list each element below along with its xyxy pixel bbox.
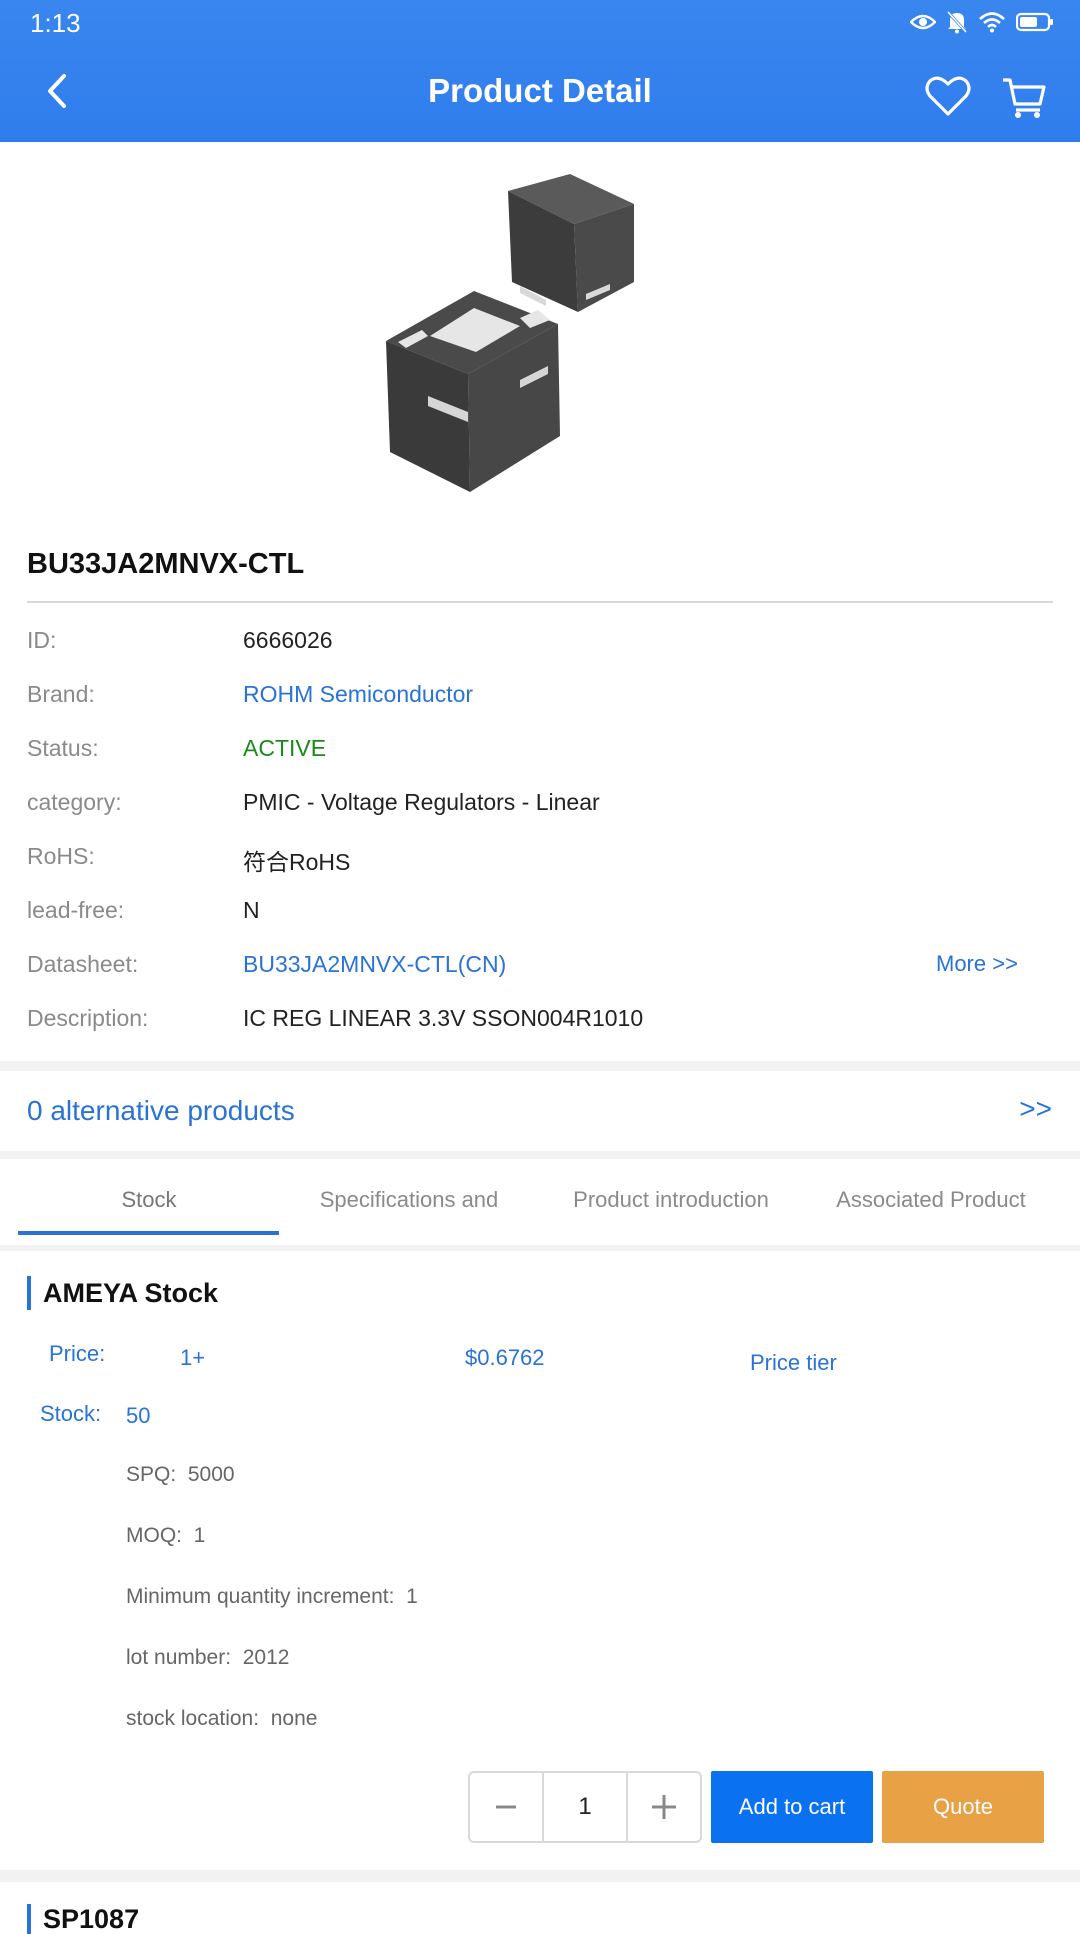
stock-heading: AMEYA Stock xyxy=(27,1276,218,1310)
cart-icon xyxy=(1003,78,1046,118)
price-value: $0.6762 xyxy=(465,1345,545,1370)
battery-icon xyxy=(1015,12,1054,37)
increment-label: Minimum quantity increment: xyxy=(126,1585,395,1608)
product-image xyxy=(370,160,710,500)
price-tier-link[interactable]: Price tier xyxy=(750,1350,837,1376)
wifi-icon xyxy=(978,11,1006,38)
minus-icon xyxy=(496,1805,516,1809)
cart-button[interactable] xyxy=(1000,74,1048,120)
price-label: Price: xyxy=(49,1341,106,1366)
tab-product-introduction[interactable]: Product introduction xyxy=(540,1187,802,1213)
field-value: 6666026 xyxy=(243,627,333,653)
next-stock-heading: SP1087 xyxy=(27,1904,139,1934)
field-value: 符合RoHS xyxy=(243,849,351,875)
status-icons xyxy=(909,10,1054,39)
decrement-button[interactable] xyxy=(470,1773,542,1841)
field-label: category: xyxy=(27,789,122,815)
section-separator xyxy=(0,1245,1080,1251)
spq-value: 5000 xyxy=(187,1463,235,1486)
stock-location-label: stock location: xyxy=(126,1707,260,1730)
field-value: N xyxy=(243,897,260,923)
info-row-datasheet: Datasheet: BU33JA2MNVX-CTL(CN) More >> xyxy=(0,951,1080,1005)
status-time: 1:13 xyxy=(30,8,81,38)
spq-row: SPQ: 5000 xyxy=(126,1463,235,1487)
active-tab-indicator xyxy=(18,1231,279,1235)
increment-value: 1 xyxy=(406,1585,418,1608)
more-link[interactable]: More >> xyxy=(936,951,1018,977)
stock-location-row: stock location: none xyxy=(126,1707,317,1731)
lot-number-row: lot number: 2012 xyxy=(126,1646,289,1670)
stock-location-value: none xyxy=(270,1707,318,1730)
field-label: Description: xyxy=(27,1005,149,1031)
field-label: Datasheet: xyxy=(27,951,139,977)
tab-specifications[interactable]: Specifications and xyxy=(278,1187,540,1213)
tab-stock[interactable]: Stock xyxy=(18,1187,280,1213)
section-separator xyxy=(0,1870,1080,1882)
back-button[interactable] xyxy=(40,70,76,116)
alternative-products-label: 0 alternative products xyxy=(27,1095,295,1126)
info-row-category: category: PMIC - Voltage Regulators - Li… xyxy=(0,789,1080,843)
moq-row: MOQ: 1 xyxy=(126,1524,205,1548)
info-row-description: Description: IC REG LINEAR 3.3V SSON004R… xyxy=(0,1005,1080,1059)
spq-label: SPQ: xyxy=(126,1463,177,1486)
page-title: Product Detail xyxy=(428,72,652,109)
increment-row: Minimum quantity increment: 1 xyxy=(126,1585,418,1609)
field-label: ID: xyxy=(27,627,57,653)
heart-icon xyxy=(925,76,971,116)
lot-number-value: 2012 xyxy=(242,1646,290,1669)
field-value: IC REG LINEAR 3.3V SSON004R1010 xyxy=(243,1005,644,1031)
quantity-input[interactable]: 1 xyxy=(542,1773,628,1841)
status-value: ACTIVE xyxy=(243,735,327,761)
favorite-button[interactable] xyxy=(922,72,974,120)
lot-number-label: lot number: xyxy=(126,1646,232,1669)
status-bar: 1:13 xyxy=(0,0,1080,46)
stock-value: 50 xyxy=(126,1403,151,1428)
field-label: RoHS: xyxy=(27,843,95,869)
divider xyxy=(27,601,1053,603)
field-label: Brand: xyxy=(27,681,95,707)
chevron-left-icon xyxy=(48,74,66,108)
field-value: PMIC - Voltage Regulators - Linear xyxy=(243,789,600,815)
field-label: Status: xyxy=(27,735,99,761)
quote-button[interactable]: Quote xyxy=(882,1771,1044,1843)
info-row-id: ID: 6666026 xyxy=(0,627,1080,681)
info-row-status: Status: ACTIVE xyxy=(0,735,1080,789)
increment-button[interactable] xyxy=(628,1773,700,1841)
section-separator xyxy=(0,1061,1080,1071)
eye-icon xyxy=(909,12,937,37)
price-quantity: 1+ xyxy=(180,1345,206,1370)
bell-muted-icon xyxy=(946,10,968,39)
alternative-products-row[interactable]: 0 alternative products >> xyxy=(0,1071,1080,1151)
alternative-products-arrow: >> xyxy=(1019,1093,1052,1124)
part-number: BU33JA2MNVX-CTL xyxy=(27,548,305,580)
info-row-brand: Brand: ROHM Semiconductor xyxy=(0,681,1080,735)
tab-associated-product[interactable]: Associated Product xyxy=(800,1187,1062,1213)
brand-link[interactable]: ROHM Semiconductor xyxy=(243,681,473,708)
add-to-cart-button[interactable]: Add to cart xyxy=(711,1771,873,1843)
plus-icon xyxy=(652,1795,676,1819)
stock-label: Stock: xyxy=(40,1401,102,1426)
moq-value: 1 xyxy=(193,1524,206,1547)
moq-label: MOQ: xyxy=(126,1524,182,1547)
top-app-bar: 1:13 Product Detail xyxy=(0,0,1080,142)
quantity-stepper: 1 xyxy=(468,1771,702,1843)
field-label: lead-free: xyxy=(27,897,125,923)
info-row-rohs: RoHS: 符合RoHS xyxy=(0,843,1080,897)
datasheet-link[interactable]: BU33JA2MNVX-CTL(CN) xyxy=(243,951,506,978)
info-row-lead-free: lead-free: N xyxy=(0,897,1080,951)
